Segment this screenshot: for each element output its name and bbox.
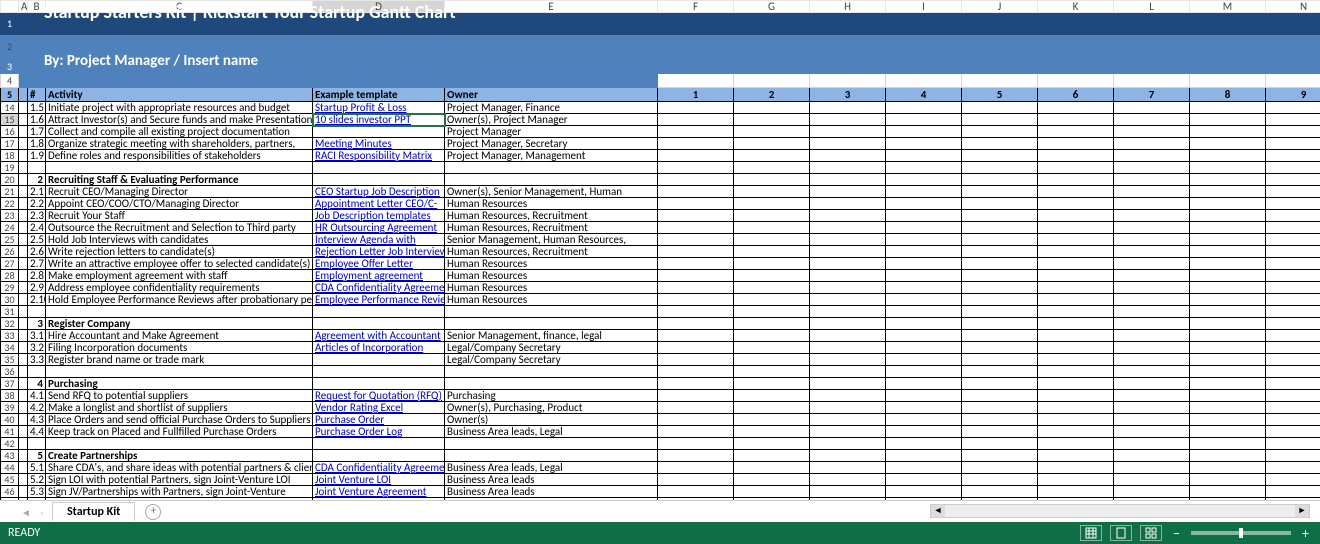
column-header-F[interactable]: F bbox=[658, 1, 734, 13]
template-link[interactable]: 10 slides investor PPT bbox=[313, 114, 445, 126]
sheet-tab-strip[interactable]: ◄ ‹ Startup Kit + ◄ ► bbox=[0, 500, 1320, 522]
template-link[interactable]: Appointment Letter CEO/C- bbox=[313, 198, 445, 210]
template-link[interactable]: Request for Quotation (RFQ) bbox=[313, 390, 445, 402]
view-page-layout-button[interactable] bbox=[1110, 525, 1132, 541]
row-header[interactable]: 41 bbox=[1, 426, 19, 438]
row-header[interactable]: 39 bbox=[1, 402, 19, 414]
scroll-left-button[interactable]: ◄ bbox=[931, 505, 945, 517]
template-link[interactable]: HR Outsourcing Agreement bbox=[313, 222, 445, 234]
row-header[interactable]: 38 bbox=[1, 390, 19, 402]
row-header[interactable]: 28 bbox=[1, 270, 19, 282]
row-header[interactable]: 37 bbox=[1, 378, 19, 390]
row-header[interactable]: 3 bbox=[1, 59, 19, 74]
row-header[interactable]: 26 bbox=[1, 246, 19, 258]
row-header[interactable]: 25 bbox=[1, 234, 19, 246]
template-link[interactable]: Employee Offer Letter bbox=[313, 258, 445, 270]
row-header[interactable]: 43 bbox=[1, 450, 19, 462]
add-sheet-button[interactable]: + bbox=[145, 504, 161, 520]
column-header-I[interactable]: I bbox=[886, 1, 962, 13]
row-header[interactable]: 21 bbox=[1, 186, 19, 198]
column-header-D[interactable]: D bbox=[313, 1, 445, 13]
row-header[interactable]: 36 bbox=[1, 366, 19, 378]
row-header[interactable]: 1 bbox=[1, 13, 19, 35]
column-header-A[interactable]: A bbox=[19, 1, 28, 13]
row-header[interactable]: 23 bbox=[1, 210, 19, 222]
row-header[interactable]: 18 bbox=[1, 150, 19, 162]
row-header[interactable]: 29 bbox=[1, 282, 19, 294]
template-link bbox=[313, 354, 445, 366]
column-header-C[interactable]: C bbox=[46, 1, 313, 13]
row-header[interactable]: 5 bbox=[1, 88, 19, 102]
sheet-tab-active[interactable]: Startup Kit bbox=[52, 502, 135, 521]
row-header[interactable]: 30 bbox=[1, 294, 19, 306]
zoom-out-button[interactable]: − bbox=[1170, 525, 1183, 542]
row-header[interactable]: 33 bbox=[1, 330, 19, 342]
tab-nav-prev[interactable]: ‹ bbox=[36, 506, 48, 518]
template-link[interactable]: Purchase Order Log bbox=[313, 426, 445, 438]
row-header[interactable]: 40 bbox=[1, 414, 19, 426]
template-link[interactable]: Startup Profit & Loss bbox=[313, 102, 445, 114]
column-header-G[interactable]: G bbox=[734, 1, 810, 13]
template-link[interactable]: Vendor Rating Excel bbox=[313, 402, 445, 414]
column-header-M[interactable]: M bbox=[1190, 1, 1266, 13]
row-header[interactable]: 27 bbox=[1, 258, 19, 270]
template-link[interactable]: RACI Responsibility Matrix bbox=[313, 150, 445, 162]
template-link[interactable]: Joint Venture Agreement bbox=[313, 486, 445, 498]
row-header[interactable]: 32 bbox=[1, 318, 19, 330]
row-header[interactable]: 20 bbox=[1, 174, 19, 186]
template-link bbox=[313, 126, 445, 138]
spreadsheet-grid[interactable]: Startup Starters Kit | Kickstart Your St… bbox=[0, 0, 1320, 500]
row-header[interactable]: 46 bbox=[1, 486, 19, 498]
row-header[interactable]: 15 bbox=[1, 114, 19, 126]
column-header-B[interactable]: B bbox=[28, 1, 46, 13]
tab-nav-first[interactable]: ◄ bbox=[20, 506, 32, 518]
template-link[interactable]: Meeting Minutes bbox=[313, 138, 445, 150]
status-text: READY bbox=[8, 526, 40, 540]
row-header[interactable]: 44 bbox=[1, 462, 19, 474]
row-header[interactable]: 35 bbox=[1, 354, 19, 366]
template-link[interactable]: Articles of Incorporation bbox=[313, 342, 445, 354]
zoom-slider[interactable] bbox=[1191, 531, 1291, 535]
horizontal-scrollbar[interactable]: ◄ ► bbox=[930, 504, 1310, 518]
view-page-break-button[interactable] bbox=[1140, 525, 1162, 541]
column-header-L[interactable]: L bbox=[1114, 1, 1190, 13]
row-header[interactable]: 17 bbox=[1, 138, 19, 150]
view-normal-button[interactable] bbox=[1080, 525, 1102, 541]
status-bar: READY − + bbox=[0, 522, 1320, 544]
zoom-in-button[interactable]: + bbox=[1299, 525, 1312, 542]
row-header[interactable]: 45 bbox=[1, 474, 19, 486]
row-header[interactable]: 4 bbox=[1, 74, 19, 88]
row-header[interactable]: 42 bbox=[1, 438, 19, 450]
template-link[interactable]: CDA Confidentiality Agreement bbox=[313, 282, 445, 294]
column-header-H[interactable]: H bbox=[810, 1, 886, 13]
template-link[interactable]: CDA Confidentiality Agreement bbox=[313, 462, 445, 474]
row-header[interactable]: 14 bbox=[1, 102, 19, 114]
column-header-J[interactable]: J bbox=[962, 1, 1038, 13]
template-link[interactable]: Joint Venture LOI bbox=[313, 474, 445, 486]
template-link[interactable]: Employment agreement bbox=[313, 270, 445, 282]
row-header[interactable]: 24 bbox=[1, 222, 19, 234]
row-header[interactable]: 31 bbox=[1, 306, 19, 318]
row-header[interactable]: 16 bbox=[1, 126, 19, 138]
template-link[interactable]: CEO Startup Job Description bbox=[313, 186, 445, 198]
row-header[interactable]: 22 bbox=[1, 198, 19, 210]
template-link[interactable]: Job Description templates bbox=[313, 210, 445, 222]
row-header[interactable]: 19 bbox=[1, 162, 19, 174]
row-header[interactable]: 2 bbox=[1, 35, 19, 59]
template-link[interactable]: Purchase Order bbox=[313, 414, 445, 426]
template-link[interactable]: Rejection Letter Job Interview bbox=[313, 246, 445, 258]
template-link[interactable]: Interview Agenda with bbox=[313, 234, 445, 246]
template-link[interactable]: Agreement with Accountant bbox=[313, 330, 445, 342]
row-header[interactable]: 34 bbox=[1, 342, 19, 354]
column-header-K[interactable]: K bbox=[1038, 1, 1114, 13]
column-header-E[interactable]: E bbox=[445, 1, 658, 13]
template-link[interactable]: Employee Performance Review bbox=[313, 294, 445, 306]
scroll-right-button[interactable]: ► bbox=[1295, 505, 1309, 517]
column-header-N[interactable]: N bbox=[1266, 1, 1320, 13]
